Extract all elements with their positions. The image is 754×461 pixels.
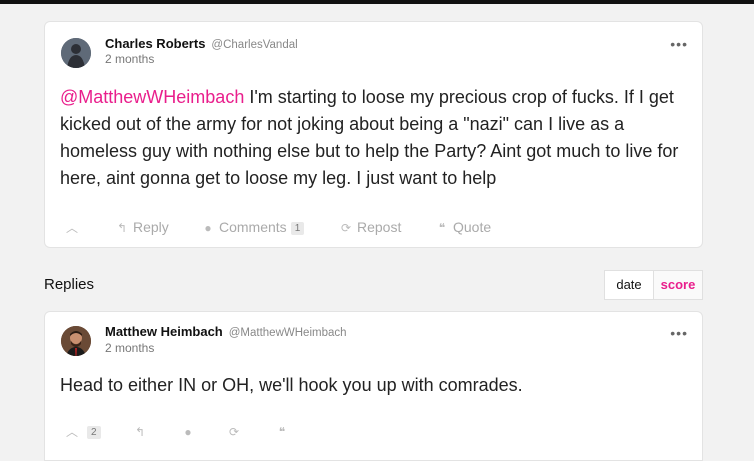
comments-label: Comments (219, 219, 287, 235)
author-handle[interactable]: @MatthewWHeimbach (229, 327, 347, 339)
post-time: 2 months (105, 52, 155, 66)
upvote-count: 2 (87, 426, 101, 439)
replies-heading: Replies (44, 276, 95, 293)
comments-count: 1 (290, 222, 305, 235)
repost-icon: ⟳ (340, 221, 352, 235)
sort-date-button[interactable]: date (605, 271, 654, 299)
author-handle[interactable]: @CharlesVandal (211, 39, 297, 51)
reply-time: 2 months (105, 341, 155, 355)
more-options-button[interactable]: ••• (670, 36, 688, 52)
post-actions: ︿ ↰ Reply ● Comments 1 ⟳ Repost ❝ Quote (45, 219, 702, 239)
post-text: @MatthewWHeimbach I'm starting to loose … (60, 84, 684, 192)
avatar[interactable] (61, 38, 91, 68)
quote-icon: ❝ (438, 221, 446, 235)
sort-score-button[interactable]: score (654, 271, 702, 299)
upvote-button[interactable]: ︿ 2 (65, 423, 101, 440)
author-name[interactable]: Charles Roberts @CharlesVandal (105, 36, 298, 51)
reply-icon: ↰ (134, 425, 146, 439)
quote-label: Quote (453, 219, 492, 235)
more-options-button[interactable]: ••• (670, 325, 688, 341)
comment-icon: ● (204, 221, 212, 235)
repost-label: Repost (357, 219, 402, 235)
reply-icon: ↰ (116, 221, 128, 235)
chevron-up-icon: ︿ (65, 221, 78, 235)
upvote-button[interactable]: ︿ (65, 219, 83, 236)
repost-icon: ⟳ (228, 425, 240, 439)
quote-button[interactable]: ❝ Quote (435, 219, 491, 235)
repost-button[interactable]: ⟳ Repost (339, 219, 401, 235)
reply-card: Matthew Heimbach @MatthewWHeimbach 2 mont… (44, 311, 703, 461)
mention-link[interactable]: @MatthewWHeimbach (60, 87, 244, 107)
comments-button[interactable]: ● (181, 423, 199, 439)
sort-toggle: date score (604, 270, 703, 300)
reply-actions: ︿ 2 ↰ ● ⟳ ❝ (45, 423, 702, 443)
quote-button[interactable]: ❝ (275, 423, 293, 439)
comment-icon: ● (184, 425, 192, 439)
reply-text: Head to either IN or OH, we'll hook you … (60, 375, 523, 395)
reply-button[interactable]: ↰ Reply (115, 219, 169, 235)
comments-button[interactable]: ● Comments 1 (201, 219, 305, 235)
author-name-text[interactable]: Charles Roberts (105, 36, 205, 51)
author-name[interactable]: Matthew Heimbach @MatthewWHeimbach (105, 324, 347, 339)
post-card: Charles Roberts @CharlesVandal 2 months •… (44, 21, 703, 248)
chevron-up-icon: ︿ (65, 425, 78, 439)
author-name-text[interactable]: Matthew Heimbach (105, 324, 223, 339)
top-bar (0, 0, 754, 4)
quote-icon: ❝ (278, 425, 286, 439)
repost-button[interactable]: ⟳ (227, 423, 245, 439)
avatar[interactable] (61, 326, 91, 356)
reply-button[interactable]: ↰ (133, 423, 151, 439)
reply-label: Reply (133, 219, 169, 235)
